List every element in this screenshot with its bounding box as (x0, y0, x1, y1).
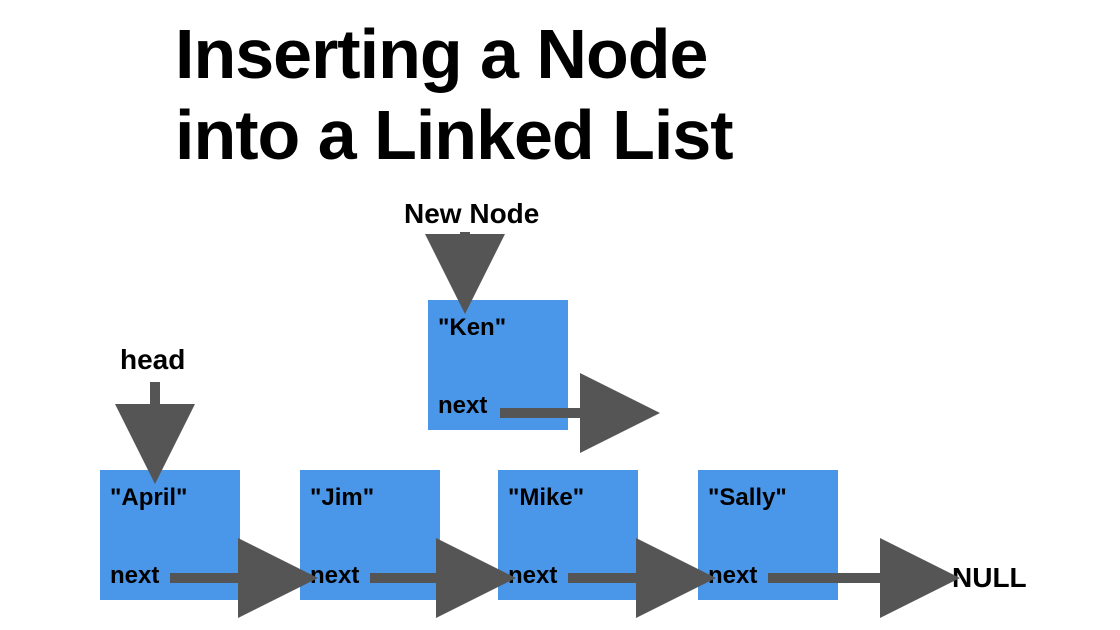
arrow-newnode-down (450, 232, 490, 302)
arrow-head-down (140, 382, 180, 472)
arrow-jim-to-mike (370, 565, 510, 595)
arrow-sally-to-null (768, 565, 948, 595)
arrow-april-to-jim (170, 565, 310, 595)
diagram-title: Inserting a Node into a Linked List (175, 14, 733, 175)
node-jim-name: "Jim" (310, 484, 430, 512)
new-node-label: New Node (404, 198, 539, 230)
null-label: NULL (952, 562, 1027, 594)
node-sally-name: "Sally" (708, 484, 828, 512)
arrow-mike-to-sally (568, 565, 708, 595)
arrow-ken-next (500, 400, 650, 430)
node-ken-name: "Ken" (438, 314, 558, 342)
node-april-name: "April" (110, 484, 230, 512)
title-line-1: Inserting a Node (175, 15, 707, 93)
head-label: head (120, 344, 185, 376)
title-line-2: into a Linked List (175, 96, 733, 174)
node-mike-name: "Mike" (508, 484, 628, 512)
